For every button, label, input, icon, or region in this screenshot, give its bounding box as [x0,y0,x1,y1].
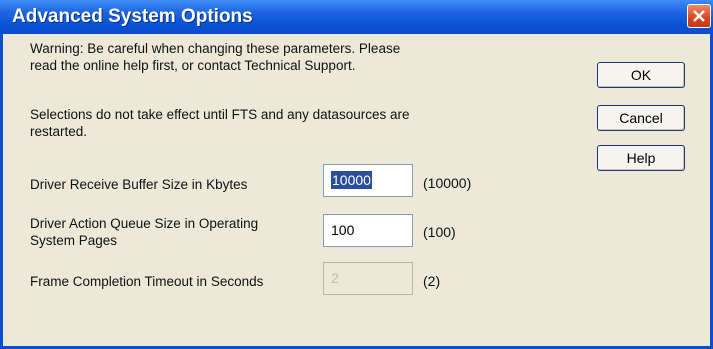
close-button[interactable] [687,4,711,28]
action-queue-input[interactable]: 100 [323,214,413,247]
restart-line-1: Selections do not take effect until FTS … [30,107,410,122]
restart-note-text: Selections do not take effect until FTS … [30,106,409,140]
ok-button[interactable]: OK [597,62,685,88]
frame-timeout-input: 2 [323,262,413,295]
action-queue-label-line-2: System Pages [30,233,118,248]
frame-timeout-label: Frame Completion Timeout in Seconds [30,274,264,289]
frame-timeout-default: (2) [423,273,441,289]
receive-buffer-value: 10000 [331,171,372,189]
warning-line-2: read the online help first, or contact T… [30,58,356,73]
close-icon [693,10,705,22]
advanced-system-options-dialog: Advanced System Options Warning: Be care… [0,0,713,349]
cancel-button[interactable]: Cancel [597,105,685,131]
warning-text: Warning: Be careful when changing these … [30,40,400,74]
receive-buffer-label: Driver Receive Buffer Size in Kbytes [30,177,248,192]
title-bar[interactable]: Advanced System Options [0,0,713,34]
dialog-title: Advanced System Options [12,6,253,27]
receive-buffer-input[interactable]: 10000 [323,164,413,197]
action-queue-default: (100) [423,224,456,240]
restart-line-2: restarted. [30,124,88,139]
action-queue-label-line-1: Driver Action Queue Size in Operating [30,216,259,231]
receive-buffer-default: (10000) [423,175,472,191]
help-button[interactable]: Help [597,145,685,171]
action-queue-label: Driver Action Queue Size in Operating Sy… [30,215,258,249]
warning-line-1: Warning: Be careful when changing these … [30,41,401,56]
